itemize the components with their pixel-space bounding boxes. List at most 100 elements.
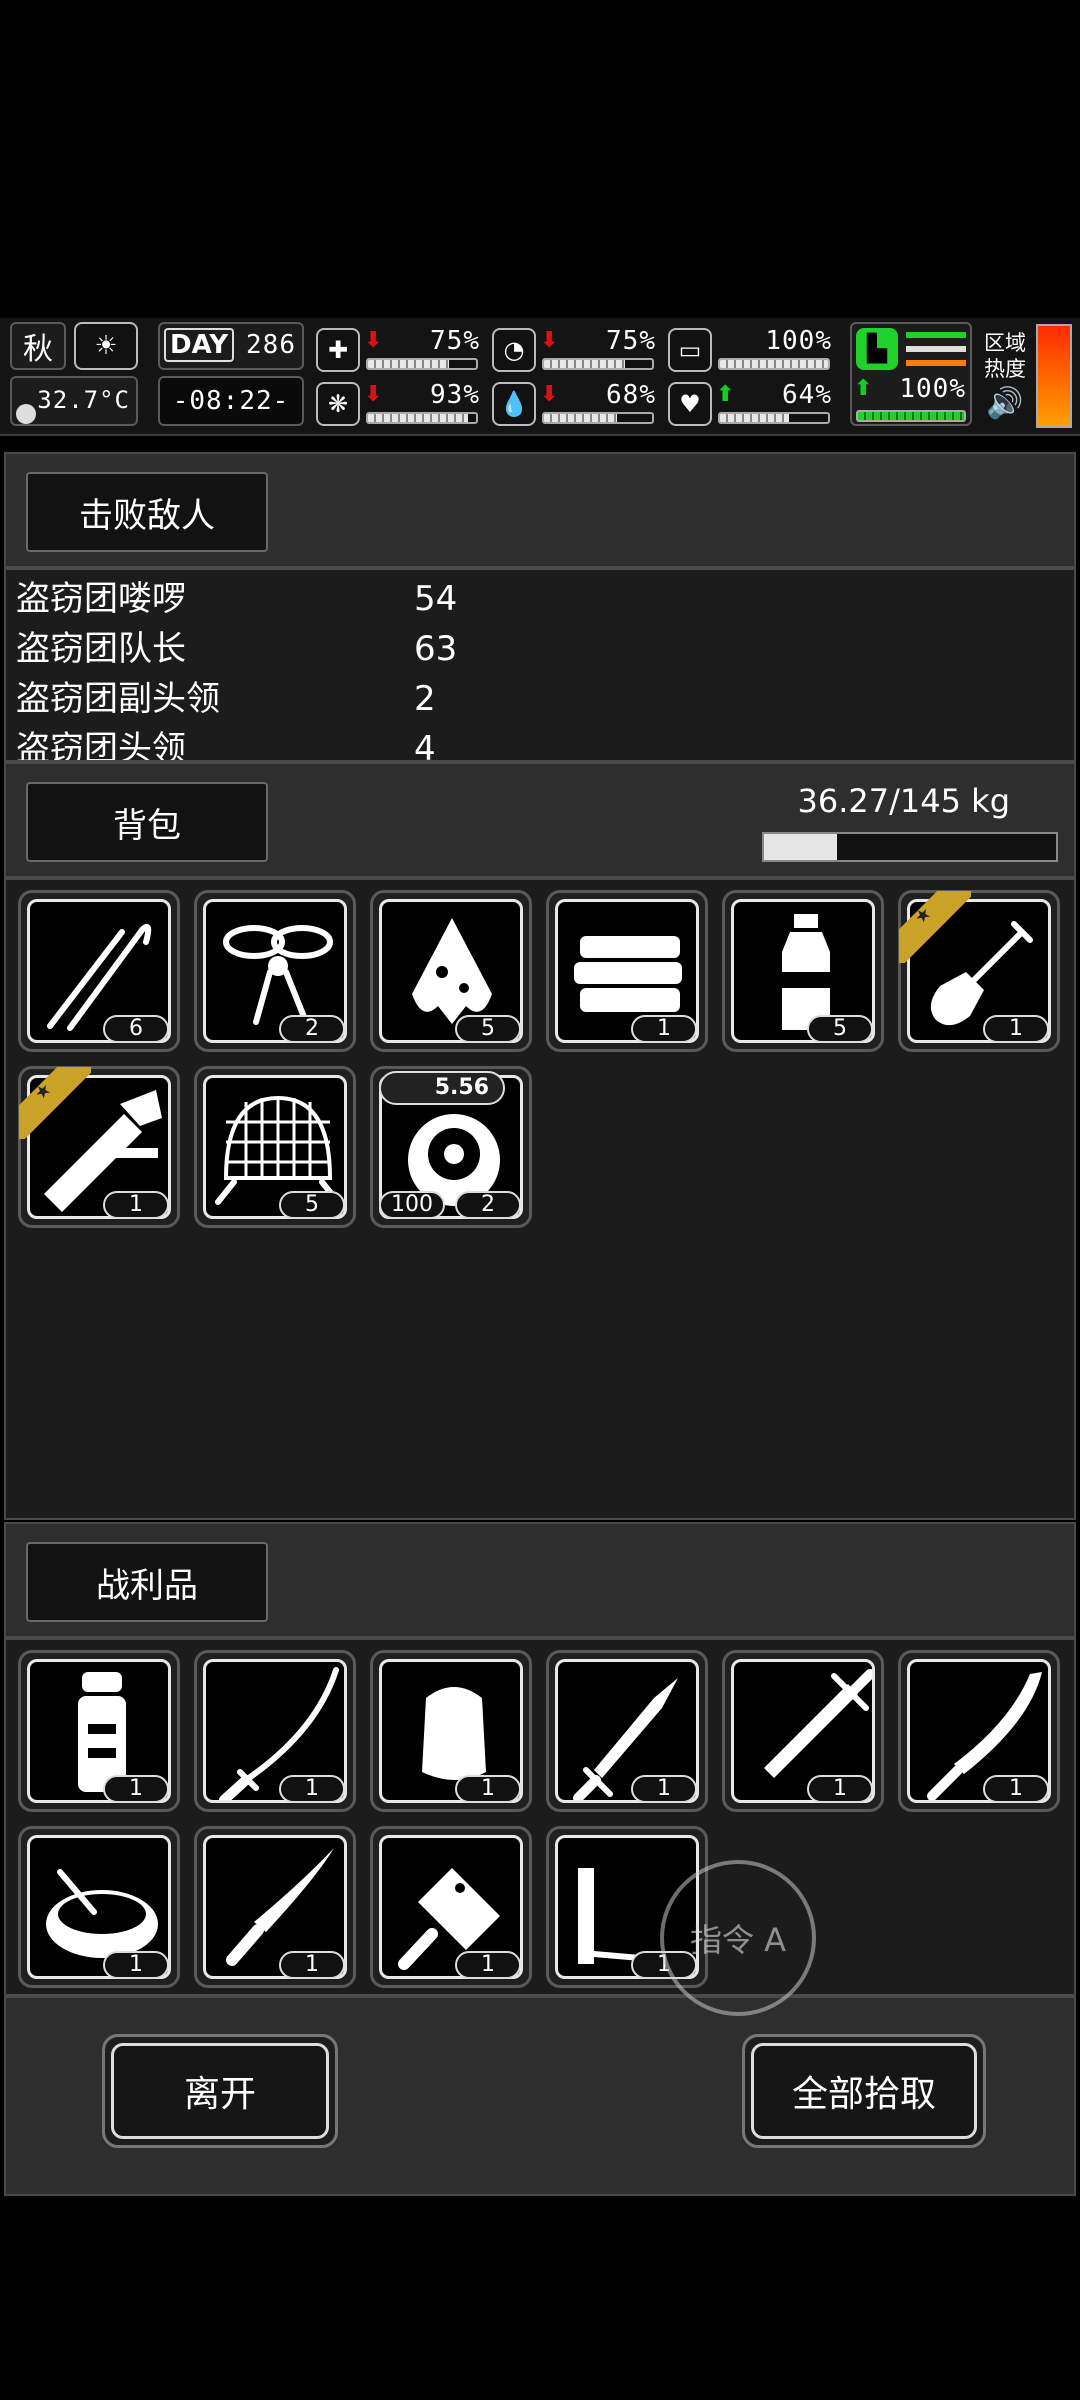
- stomach-icon: ◔: [492, 328, 536, 372]
- trend-down-icon: ⬇: [364, 328, 383, 353]
- backpack-item-slot[interactable]: 1: [546, 890, 708, 1052]
- leave-button-label: 离开: [111, 2043, 329, 2139]
- loot-item-slot[interactable]: 1: [18, 1650, 180, 1812]
- loot-item-slot[interactable]: 1: [898, 1650, 1060, 1812]
- take-all-button-label: 全部拾取: [751, 2043, 977, 2139]
- stat-water-drop: 💧 ⬇ 68%: [492, 380, 662, 432]
- stamina-trend-up-icon: ⬆: [854, 376, 873, 401]
- stamina-bar: [856, 410, 966, 422]
- backpack-item-slot[interactable]: 5: [194, 1066, 356, 1228]
- thermometer-icon: [16, 404, 36, 424]
- item-quantity: 1: [631, 1775, 697, 1803]
- stat-value: 93%: [430, 380, 480, 410]
- stat-bar-fill: [544, 360, 625, 368]
- command-a-button[interactable]: 指令 A: [660, 1860, 816, 2016]
- command-a-label: 指令 A: [689, 1921, 787, 1959]
- stamina-stripe-orange: [906, 360, 966, 366]
- stat-bar-fill: [720, 360, 828, 368]
- enemies-title: 击败敌人: [26, 472, 268, 552]
- item-quantity: 6: [103, 1015, 169, 1043]
- backpack-item-slot[interactable]: 5.56 100 2: [370, 1066, 532, 1228]
- trend-down-icon: ⬇: [540, 328, 559, 353]
- sun-icon: ☀: [74, 322, 138, 370]
- region-heat-meter: [1036, 324, 1072, 428]
- leave-button[interactable]: 离开: [102, 2034, 338, 2148]
- rarity-star-icon: ★: [19, 1067, 91, 1139]
- heart-icon: ♥: [668, 382, 712, 426]
- speaker-icon[interactable]: 🔊: [986, 386, 1023, 421]
- item-quantity: 1: [631, 1015, 697, 1043]
- item-quantity: 1: [455, 1775, 521, 1803]
- medkit-icon: ✚: [316, 328, 360, 372]
- take-all-button[interactable]: 全部拾取: [742, 2034, 986, 2148]
- stat-bladder: ▭ 100%: [668, 326, 838, 378]
- item-quantity: 1: [279, 1951, 345, 1979]
- enemy-name: 盗窃团队长: [16, 629, 186, 669]
- backpack-weight: 36.27/145 kg: [797, 782, 1010, 820]
- season-label: 秋: [23, 332, 53, 367]
- stat-bar: [542, 358, 654, 370]
- trend-up-icon: ⬆: [716, 382, 735, 407]
- stat-stomach: ◔ ⬇ 75%: [492, 326, 662, 378]
- enemy-name: 盗窃团喽啰: [16, 579, 186, 619]
- backpack-item-slot[interactable]: 2: [194, 890, 356, 1052]
- item-quantity: 5: [455, 1015, 521, 1043]
- loot-item-slot[interactable]: 1: [18, 1826, 180, 1988]
- loot-item-slot[interactable]: 1: [370, 1650, 532, 1812]
- enemy-count: 2: [414, 679, 436, 719]
- stat-bar: [366, 358, 478, 370]
- item-weight-tag: 5.56: [379, 1071, 505, 1105]
- item-quantity: 5: [807, 1015, 873, 1043]
- loot-item-slot[interactable]: 1: [194, 1650, 356, 1812]
- backpack-item-slot[interactable]: ★ 1: [18, 1066, 180, 1228]
- season-indicator: 秋: [10, 322, 66, 370]
- enemy-count: 4: [414, 729, 436, 762]
- item-durability: 100: [379, 1191, 445, 1219]
- loot-item-slot[interactable]: 1: [370, 1826, 532, 1988]
- loot-title: 战利品: [26, 1542, 268, 1622]
- loot-item-slot[interactable]: 1: [194, 1826, 356, 1988]
- weight-bar-fill: [764, 834, 837, 860]
- stamina-value: 100%: [899, 374, 966, 404]
- loot-header: 战利品: [4, 1522, 1076, 1638]
- backpack-title: 背包: [26, 782, 268, 862]
- item-quantity: 5: [279, 1191, 345, 1219]
- item-quantity: 1: [455, 1951, 521, 1979]
- backpack-item-slot[interactable]: 5: [722, 890, 884, 1052]
- stat-value: 68%: [606, 380, 656, 410]
- stat-bar: [366, 412, 478, 424]
- loot-item-slot[interactable]: 1: [546, 1650, 708, 1812]
- stat-bar: [542, 412, 654, 424]
- stamina-stripe-white: [906, 346, 966, 352]
- item-quantity: 1: [279, 1775, 345, 1803]
- rarity-star-icon: ★: [899, 891, 971, 963]
- backpack-grid: 6 2 5 1 5 ★ 1 ★ 1 5 5.56 100 2: [4, 878, 1076, 1520]
- status-hud: 秋 ☀ 32.7°C DAY 286 -08:22- ✚ ⬇ 75% ◔ ⬇ 75% ▭ 10…: [0, 318, 1080, 436]
- item-quantity: 1: [807, 1775, 873, 1803]
- enemy-name: 盗窃团头领: [16, 729, 186, 762]
- bladder-icon: ▭: [668, 328, 712, 372]
- backpack-header: 背包 36.27/145 kg: [4, 762, 1076, 878]
- item-quantity: 1: [103, 1951, 169, 1979]
- loot-grid: 1111111111: [4, 1638, 1076, 1996]
- trend-down-icon: ⬇: [540, 382, 559, 407]
- boot-icon: ▙: [856, 328, 898, 370]
- item-quantity: 2: [279, 1015, 345, 1043]
- stat-bar-fill: [544, 414, 618, 422]
- stat-value: 100%: [765, 326, 832, 356]
- enemies-list[interactable]: 盗窃团喽啰 54 盗窃团队长 63 盗窃团副头领 2 盗窃团头领 4: [4, 568, 1076, 762]
- stat-bar: [718, 412, 830, 424]
- water-drop-icon: 💧: [492, 382, 536, 426]
- enemy-count: 54: [414, 579, 458, 619]
- trend-down-icon: ⬇: [364, 382, 383, 407]
- enemy-name: 盗窃团副头领: [16, 679, 220, 719]
- stat-bar: [718, 358, 830, 370]
- stat-brain: ❋ ⬇ 93%: [316, 380, 486, 432]
- backpack-item-slot[interactable]: 6: [18, 890, 180, 1052]
- loot-item-slot[interactable]: 1: [722, 1650, 884, 1812]
- backpack-item-slot[interactable]: ★ 1: [898, 890, 1060, 1052]
- stat-medkit: ✚ ⬇ 75%: [316, 326, 486, 378]
- rarity-star-mark: ★: [29, 1078, 57, 1105]
- rarity-star-mark: ★: [909, 902, 937, 929]
- backpack-item-slot[interactable]: 5: [370, 890, 532, 1052]
